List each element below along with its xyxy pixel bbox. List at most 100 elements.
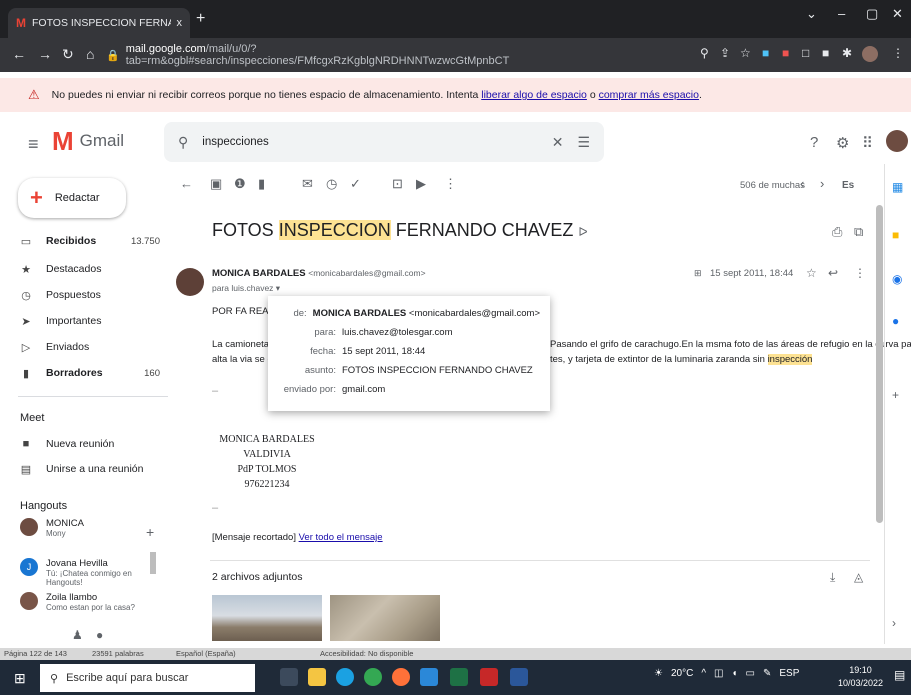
address-bar[interactable]: 🔒 mail.google.com/mail/u/0/?tab=rm&ogbl#… [106, 43, 576, 67]
compose-button[interactable]: + Redactar [18, 178, 126, 218]
tray-chevron-icon[interactable]: ^ [701, 668, 706, 679]
battery-icon[interactable]: ▭ [746, 668, 755, 679]
zoom-icon[interactable]: ⚲ [700, 46, 709, 60]
file-explorer-icon[interactable] [308, 668, 326, 686]
maximize-icon[interactable]: ▢ [866, 6, 878, 22]
firefox-icon[interactable] [392, 668, 410, 686]
add-task-icon[interactable]: ✓ [350, 176, 361, 192]
get-addons-icon[interactable]: + [892, 388, 899, 402]
pen-icon[interactable]: ✎ [763, 668, 771, 679]
volume-icon[interactable]: ◖ [731, 668, 737, 679]
delete-icon[interactable]: ▮ [258, 176, 265, 192]
profile-avatar[interactable] [862, 46, 878, 62]
notifications-icon[interactable]: ▤ [894, 668, 905, 682]
reload-icon[interactable]: ↻ [62, 46, 74, 63]
gmail-logo[interactable]: M Gmail [52, 128, 124, 154]
settings-gear-icon[interactable]: ⚙ [836, 134, 849, 152]
extension-icon[interactable]: □ [802, 46, 809, 60]
label-icon[interactable]: ▶ [416, 176, 426, 192]
next-icon[interactable]: › [820, 176, 824, 191]
search-bar[interactable]: ⚲ inspecciones ✕ ☰ [164, 122, 604, 162]
download-all-icon[interactable]: ⤓ [830, 570, 835, 585]
clear-search-icon[interactable]: ✕ [552, 134, 564, 151]
tab-search-icon[interactable]: ⌄ [806, 6, 817, 22]
calendar-icon[interactable]: ▦ [892, 180, 903, 194]
chrome-icon[interactable] [364, 668, 382, 686]
input-tools-button[interactable]: Es [842, 180, 854, 191]
meet-new-meeting[interactable]: ■ Nueva reunión [20, 433, 160, 455]
back-icon[interactable]: ← [12, 46, 26, 62]
tab-close-icon[interactable]: x [177, 17, 183, 29]
acrobat-icon[interactable] [480, 668, 498, 686]
attachment-thumbnail[interactable] [330, 595, 440, 641]
search-options-icon[interactable]: ☰ [577, 134, 590, 151]
keep-icon[interactable]: ■ [892, 228, 899, 242]
meet-join-meeting[interactable]: ▤ Unirse a una reunión [20, 458, 160, 480]
browser-tab[interactable]: M FOTOS INSPECCION FERNANDO x [8, 8, 190, 38]
print-icon[interactable]: ⎙ [832, 224, 842, 240]
snooze-icon[interactable]: ◷ [326, 176, 337, 192]
bookmark-star-icon[interactable]: ☆ [740, 46, 751, 60]
help-icon[interactable]: ? [810, 134, 818, 151]
back-to-list-icon[interactable]: ← [180, 176, 193, 191]
more-icon[interactable]: ⋮ [444, 176, 457, 192]
sidebar-item-starred[interactable]: ★ Destacados [20, 258, 160, 280]
network-icon[interactable]: ◫ [714, 668, 723, 679]
extension-icon[interactable]: ■ [762, 46, 769, 60]
tasks-icon[interactable]: ◉ [892, 272, 902, 286]
weather-icon[interactable]: ☀ [654, 668, 663, 679]
windows-start-icon[interactable]: ⊞ [14, 670, 26, 687]
sidebar-item-sent[interactable]: ▷ Enviados [20, 336, 160, 358]
minimize-icon[interactable]: – [838, 6, 845, 21]
expand-panel-icon[interactable]: › [892, 616, 896, 630]
move-to-icon[interactable]: ⊡ [392, 176, 403, 192]
message-more-icon[interactable]: ⋮ [854, 266, 866, 280]
word-icon[interactable] [510, 668, 528, 686]
app-icon[interactable] [420, 668, 438, 686]
excel-icon[interactable] [450, 668, 468, 686]
share-icon[interactable]: ⇪ [720, 46, 730, 60]
main-menu-icon[interactable]: ≡ [28, 134, 39, 155]
sidebar-item-drafts[interactable]: ▮ Borradores 160 [20, 362, 160, 384]
forward-icon[interactable]: → [38, 46, 52, 62]
buy-space-link[interactable]: comprar más espacio [599, 89, 699, 101]
mark-unread-icon[interactable]: ✉ [302, 176, 313, 192]
free-space-link[interactable]: liberar algo de espacio [481, 89, 587, 101]
archive-icon[interactable]: ▣ [210, 176, 222, 192]
extension-icon[interactable]: ■ [822, 46, 829, 60]
chat-bubble-icon[interactable]: ● [96, 628, 103, 642]
account-avatar[interactable] [886, 130, 908, 152]
new-tab-button[interactable]: + [196, 10, 205, 28]
contacts-icon[interactable]: ● [892, 314, 899, 328]
add-contact-icon[interactable]: + [146, 524, 154, 540]
task-view-icon[interactable] [280, 668, 298, 686]
view-all-link[interactable]: Ver todo el mensaje [299, 532, 383, 543]
home-icon[interactable]: ⌂ [86, 46, 94, 62]
sidebar-item-snoozed[interactable]: ◷ Pospuestos [20, 284, 160, 306]
search-input[interactable]: inspecciones [202, 136, 537, 148]
person-icon[interactable]: ♟ [72, 628, 83, 642]
report-spam-icon[interactable]: ❶ [234, 176, 246, 192]
taskbar-clock[interactable]: 19:10 10/03/2022 [838, 664, 883, 690]
extension-icon[interactable]: ■ [782, 46, 789, 60]
save-to-drive-icon[interactable]: ◬ [854, 570, 863, 584]
reply-icon[interactable]: ↩ [828, 266, 838, 280]
extensions-puzzle-icon[interactable]: ✱ [842, 46, 852, 60]
open-new-window-icon[interactable]: ⧉ [854, 224, 863, 240]
prev-icon[interactable]: ‹ [800, 176, 804, 191]
edge-icon[interactable] [336, 668, 354, 686]
message-scrollbar[interactable] [876, 205, 883, 523]
taskbar-search[interactable]: ⚲ Escribe aquí para buscar [40, 664, 255, 692]
star-icon[interactable]: ☆ [806, 266, 817, 280]
sidebar-item-important[interactable]: ➤ Importantes [20, 310, 160, 332]
sidebar-item-inbox[interactable]: ▭ Recibidos 13.750 [20, 230, 160, 252]
attachment-thumbnail[interactable] [212, 595, 322, 641]
hangouts-contact[interactable]: J Jovana Hevilla Tú: ¡Chatea conmigo en H… [20, 558, 170, 587]
window-close-icon[interactable]: ✕ [892, 6, 903, 22]
apps-grid-icon[interactable]: ⠿ [862, 134, 873, 152]
hangouts-contact[interactable]: Zoila llambo Como estan por la casa? [20, 592, 170, 612]
search-icon[interactable]: ⚲ [178, 134, 188, 151]
recipient-line[interactable]: para luis.chavez ▾ [212, 283, 280, 294]
important-marker-icon[interactable]: ᐅ [578, 225, 587, 239]
chrome-menu-icon[interactable]: ⋮ [892, 46, 904, 60]
